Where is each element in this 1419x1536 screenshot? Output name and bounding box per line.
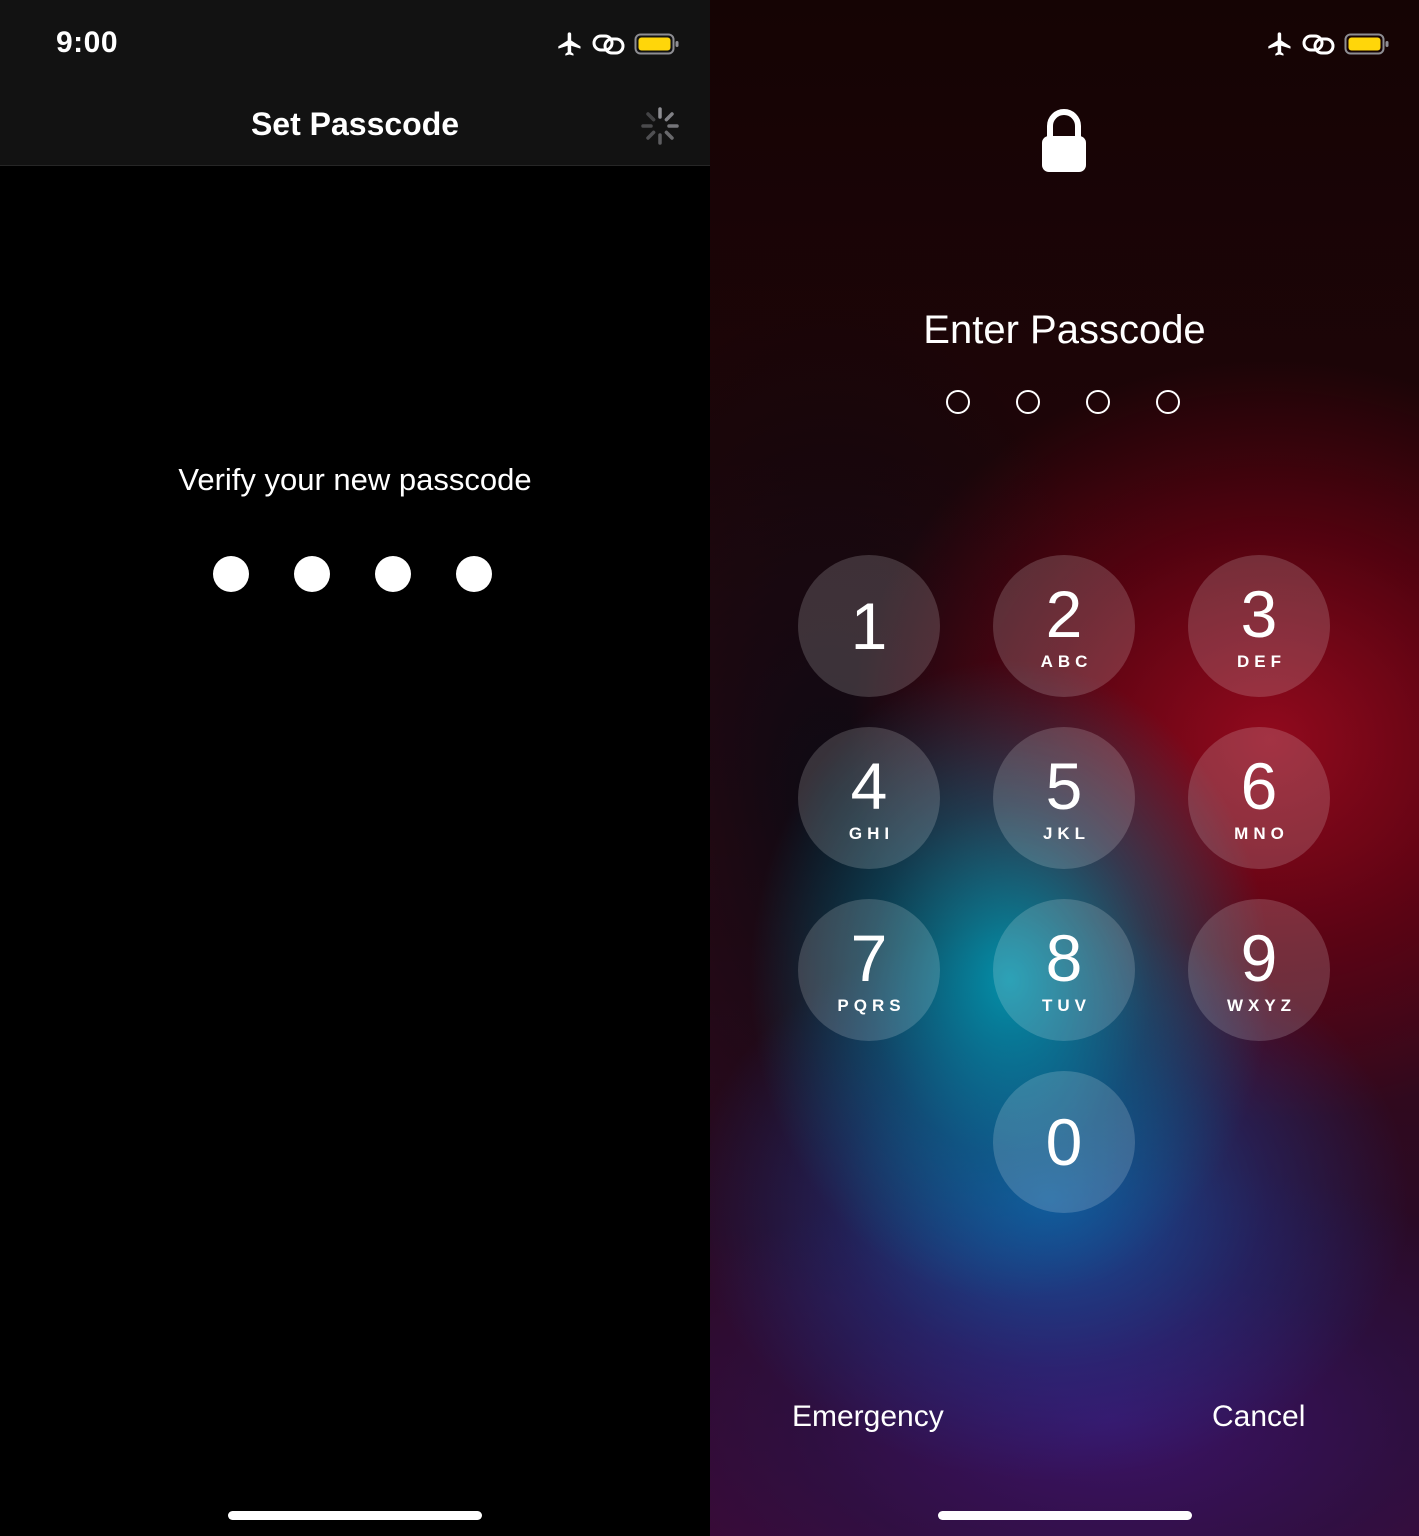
key-digit: 4 (850, 749, 888, 823)
key-digit: 5 (1045, 749, 1083, 823)
passcode-dot (1086, 390, 1110, 414)
lock-icon (1042, 109, 1086, 172)
key-digit: 1 (850, 589, 888, 663)
link-icon (1302, 32, 1336, 56)
status-bar: 9:00 (0, 0, 710, 86)
key-digit: 8 (1045, 921, 1083, 995)
keypad-key-2[interactable]: 2 ABC (993, 555, 1135, 697)
cancel-button[interactable]: Cancel (1212, 1400, 1305, 1434)
home-indicator[interactable] (228, 1511, 482, 1520)
key-letters: DEF (1237, 652, 1286, 671)
keypad-key-4[interactable]: 4 GHI (798, 727, 940, 869)
keypad-key-6[interactable]: 6 MNO (1188, 727, 1330, 869)
key-letters: MNO (1234, 824, 1289, 843)
key-letters: JKL (1042, 824, 1091, 843)
passcode-dot (946, 390, 970, 414)
keypad-key-1[interactable]: 1 (798, 555, 940, 697)
passcode-dots-empty (946, 390, 1180, 414)
status-icons (1266, 28, 1390, 60)
emergency-button[interactable]: Emergency (792, 1400, 944, 1434)
passcode-dot (375, 556, 411, 592)
battery-icon (1344, 32, 1390, 56)
passcode-dot (456, 556, 492, 592)
keypad-key-9[interactable]: 9 WXYZ (1188, 899, 1330, 1041)
passcode-dot (1156, 390, 1180, 414)
key-digit: 9 (1240, 921, 1278, 995)
key-letters: WXYZ (1226, 996, 1297, 1015)
link-icon (592, 32, 626, 56)
key-digit: 7 (850, 921, 888, 995)
battery-icon (634, 32, 680, 56)
keypad-key-0[interactable]: 0 (993, 1071, 1135, 1213)
key-letters: TUV (1042, 996, 1091, 1015)
key-digit: 6 (1240, 749, 1278, 823)
key-letters: GHI (848, 824, 895, 843)
keypad-key-5[interactable]: 5 JKL (993, 727, 1135, 869)
keypad-key-7[interactable]: 7 PQRS (798, 899, 940, 1041)
passcode-dot (213, 556, 249, 592)
verify-prompt: Verify your new passcode (178, 462, 532, 497)
status-time: 9:00 (56, 26, 119, 59)
set-passcode-screen: 9:00 Set Passcode Verify your new passco… (0, 0, 710, 1536)
airplane-icon (556, 30, 584, 58)
enter-passcode-prompt: Enter Passcode (923, 308, 1206, 352)
enter-passcode-screen: Enter Passcode 1 2 ABC 3 DEF 4 GHI 5 JKL… (710, 0, 1419, 1536)
key-digit: 3 (1240, 577, 1278, 651)
spinner-icon (641, 107, 679, 145)
keypad-key-3[interactable]: 3 DEF (1188, 555, 1330, 697)
key-letters: PQRS (837, 996, 906, 1015)
airplane-icon (1266, 30, 1294, 58)
key-digit: 2 (1045, 577, 1083, 651)
passcode-dots-filled (213, 556, 492, 592)
passcode-dot (294, 556, 330, 592)
status-icons (556, 28, 680, 60)
key-digit: 0 (1045, 1105, 1083, 1179)
page-title: Set Passcode (250, 106, 460, 142)
passcode-dot (1016, 390, 1040, 414)
key-letters: ABC (1040, 652, 1093, 671)
navigation-bar: Set Passcode (0, 86, 710, 166)
home-indicator[interactable] (938, 1511, 1192, 1520)
keypad-key-8[interactable]: 8 TUV (993, 899, 1135, 1041)
